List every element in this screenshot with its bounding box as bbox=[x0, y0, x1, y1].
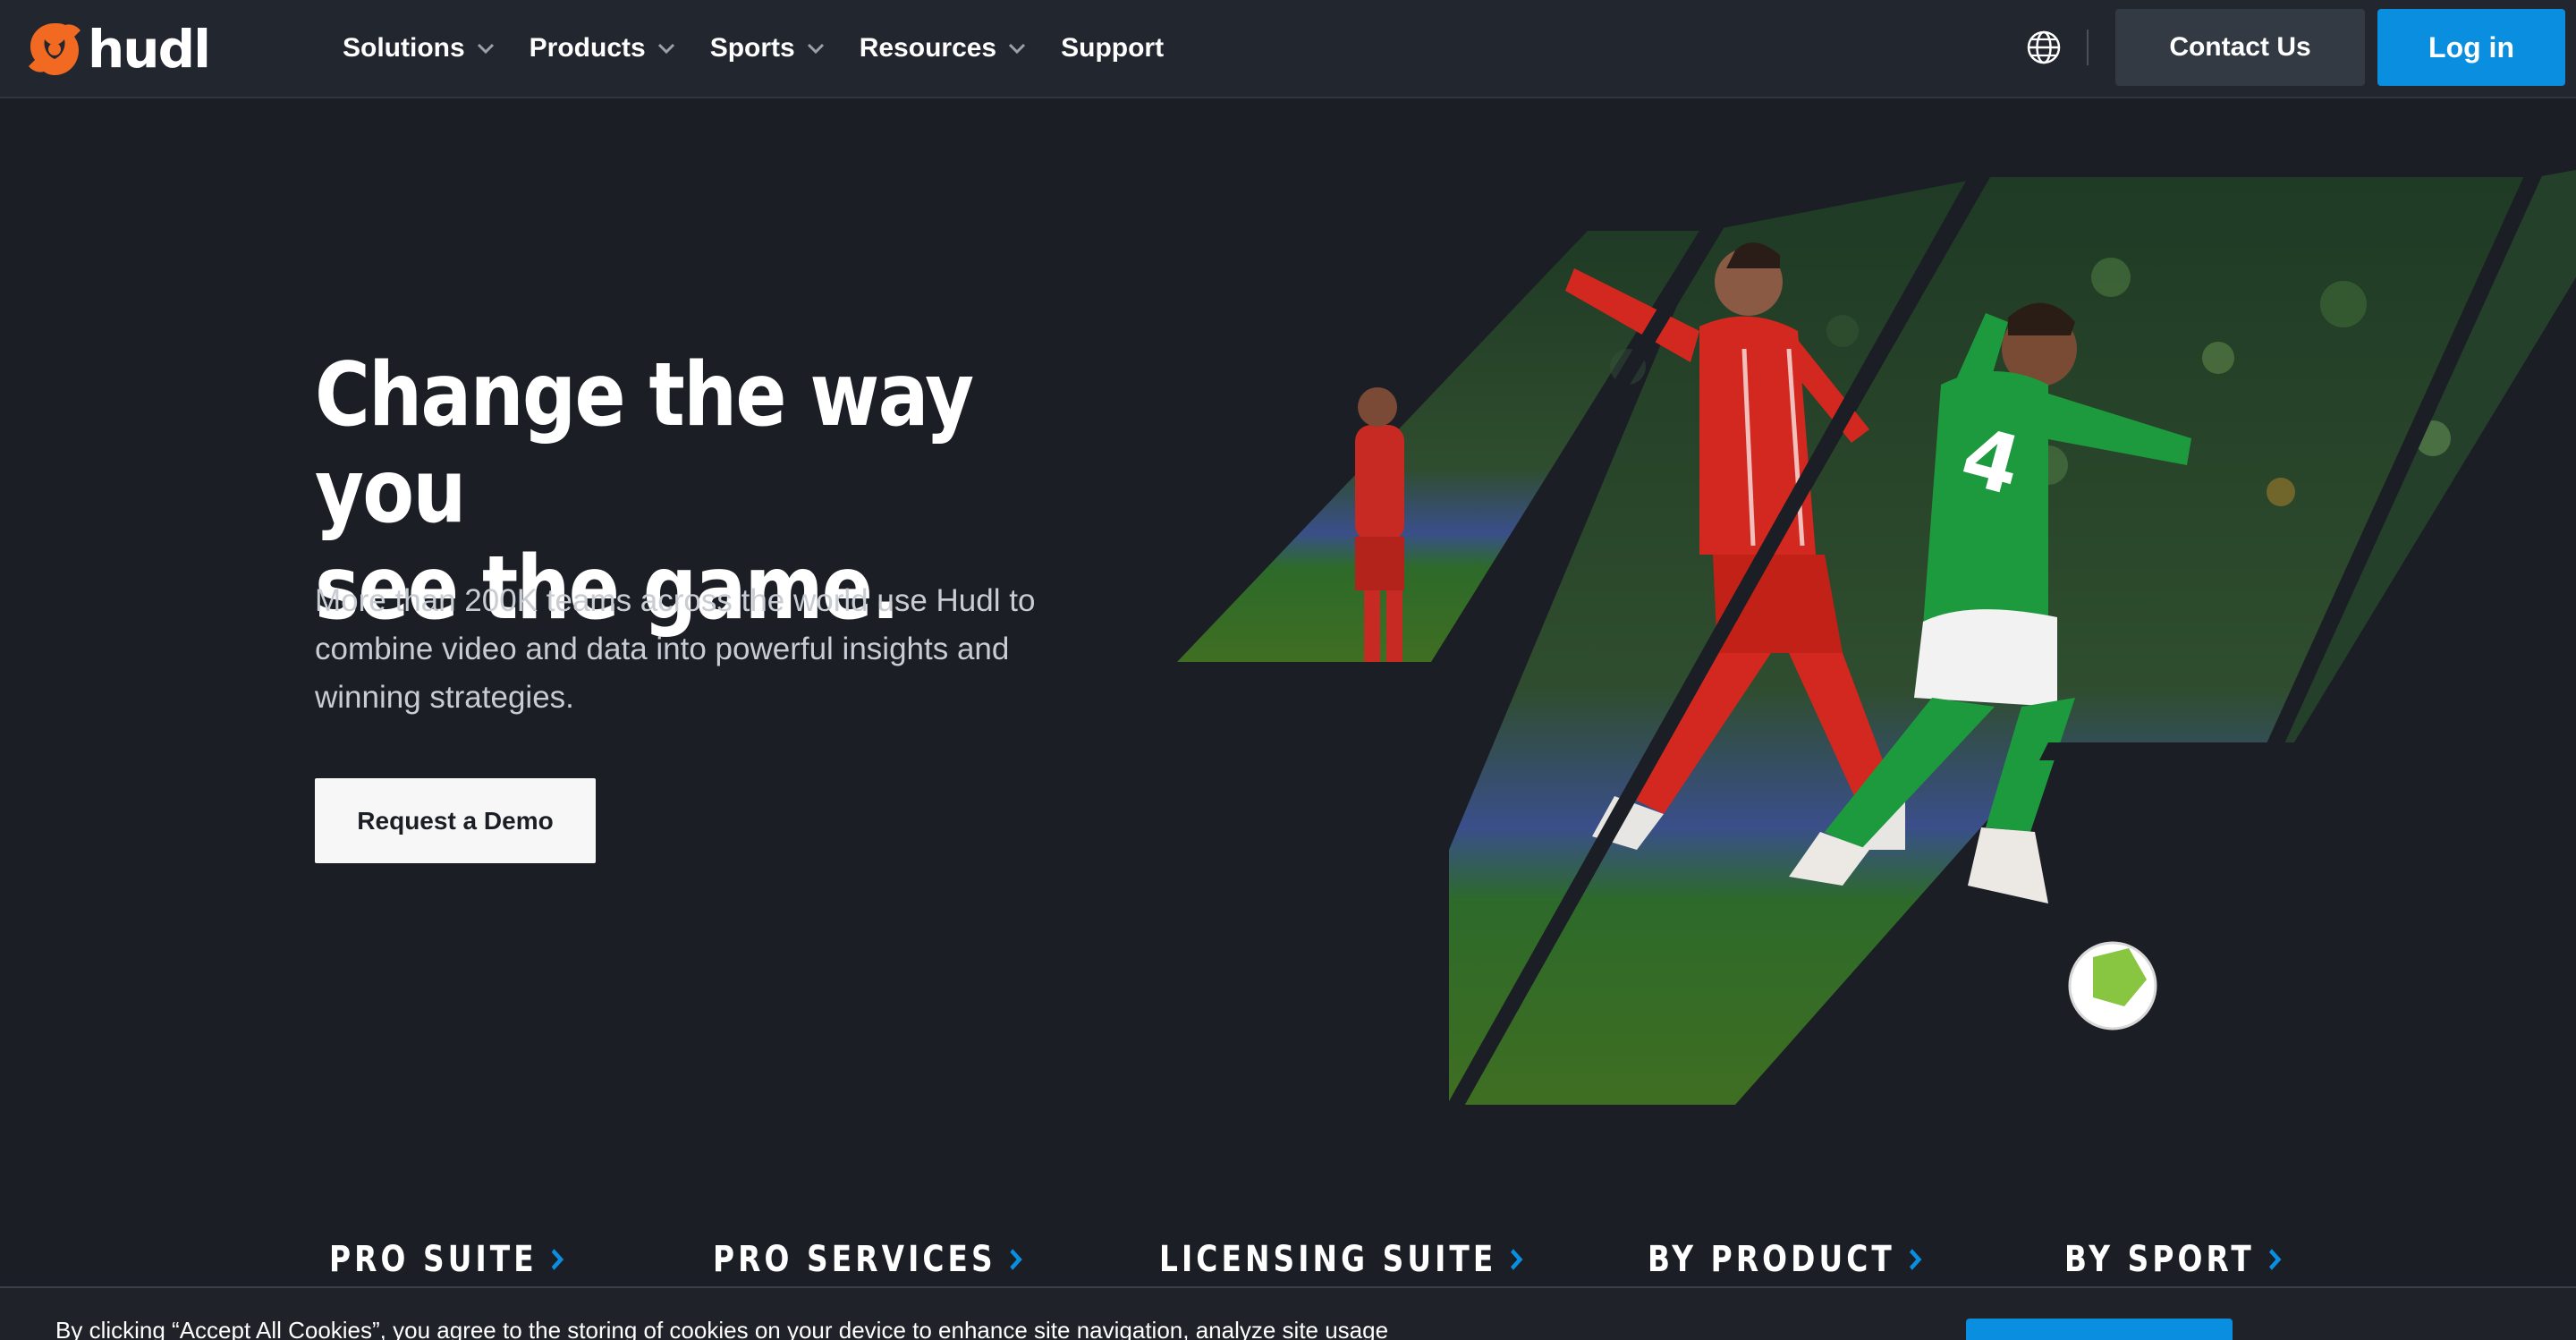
chevron-right-icon bbox=[1010, 1249, 1023, 1270]
panel-gap bbox=[2039, 742, 2276, 760]
cookie-banner: By clicking “Accept All Cookies”, you ag… bbox=[0, 1286, 2576, 1340]
chevron-down-icon bbox=[477, 43, 494, 55]
globe-icon[interactable] bbox=[2026, 30, 2062, 65]
contact-us-button[interactable]: Contact Us bbox=[2115, 9, 2365, 86]
nav-item-sports[interactable]: Sports bbox=[710, 33, 826, 64]
chevron-down-icon bbox=[657, 43, 674, 55]
category-pro-suite[interactable]: PRO SUITE bbox=[329, 1239, 567, 1280]
chevron-down-icon bbox=[807, 43, 824, 55]
category-by-sport[interactable]: BY SPORT bbox=[2064, 1239, 2284, 1280]
category-label: LICENSING SUITE bbox=[1159, 1239, 1497, 1280]
hero-title-line-1: Change the way you bbox=[315, 344, 974, 543]
category-label: PRO SERVICES bbox=[713, 1239, 996, 1280]
nav-item-support[interactable]: Support bbox=[1061, 33, 1164, 64]
nav-item-solutions[interactable]: Solutions bbox=[343, 33, 496, 64]
accept-all-cookies-button[interactable] bbox=[1966, 1319, 2233, 1340]
cookie-consent-text: By clicking “Accept All Cookies”, you ag… bbox=[55, 1317, 1389, 1340]
hero-subtitle: More than 200K teams across the world us… bbox=[315, 583, 1036, 715]
chevron-right-icon bbox=[551, 1249, 564, 1270]
nav-item-label: Resources bbox=[859, 33, 997, 63]
request-demo-button[interactable]: Request a Demo bbox=[315, 778, 596, 863]
nav-actions: Contact Us Log in bbox=[2026, 9, 2565, 86]
nav-item-resources[interactable]: Resources bbox=[860, 33, 1027, 64]
soccer-ball bbox=[2068, 941, 2157, 1030]
nav-divider bbox=[2087, 30, 2089, 65]
primary-nav: Solutions Products Sports Resources Supp… bbox=[343, 0, 1198, 97]
nav-item-label: Products bbox=[529, 33, 646, 63]
hudl-logo-icon bbox=[29, 23, 80, 75]
page: hudl Solutions Products Sports Resources… bbox=[0, 0, 2576, 1340]
category-strip: PRO SUITE PRO SERVICES LICENSING SUITE B… bbox=[0, 1239, 2576, 1293]
top-navigation: hudl Solutions Products Sports Resources… bbox=[0, 0, 2576, 98]
hudl-logo[interactable]: hudl bbox=[25, 18, 211, 81]
chevron-right-icon bbox=[2268, 1249, 2282, 1270]
chevron-down-icon bbox=[1009, 43, 1026, 55]
hero-soccer-image: 4 bbox=[1177, 170, 2576, 1109]
category-by-product[interactable]: BY PRODUCT bbox=[1648, 1239, 1925, 1280]
category-licensing-suite[interactable]: LICENSING SUITE bbox=[1159, 1239, 1526, 1280]
chevron-right-icon bbox=[1511, 1249, 1523, 1270]
chevron-right-icon bbox=[1909, 1249, 1922, 1270]
category-label: BY PRODUCT bbox=[1648, 1239, 1895, 1280]
category-label: PRO SUITE bbox=[329, 1239, 538, 1280]
category-label: BY SPORT bbox=[2064, 1239, 2255, 1280]
nav-item-products[interactable]: Products bbox=[530, 33, 676, 64]
log-in-button[interactable]: Log in bbox=[2377, 9, 2565, 86]
nav-item-label: Solutions bbox=[343, 33, 465, 63]
hudl-wordmark: hudl bbox=[88, 19, 211, 80]
nav-item-label: Sports bbox=[709, 33, 795, 63]
nav-item-label: Support bbox=[1061, 33, 1165, 63]
category-pro-services[interactable]: PRO SERVICES bbox=[713, 1239, 1026, 1280]
